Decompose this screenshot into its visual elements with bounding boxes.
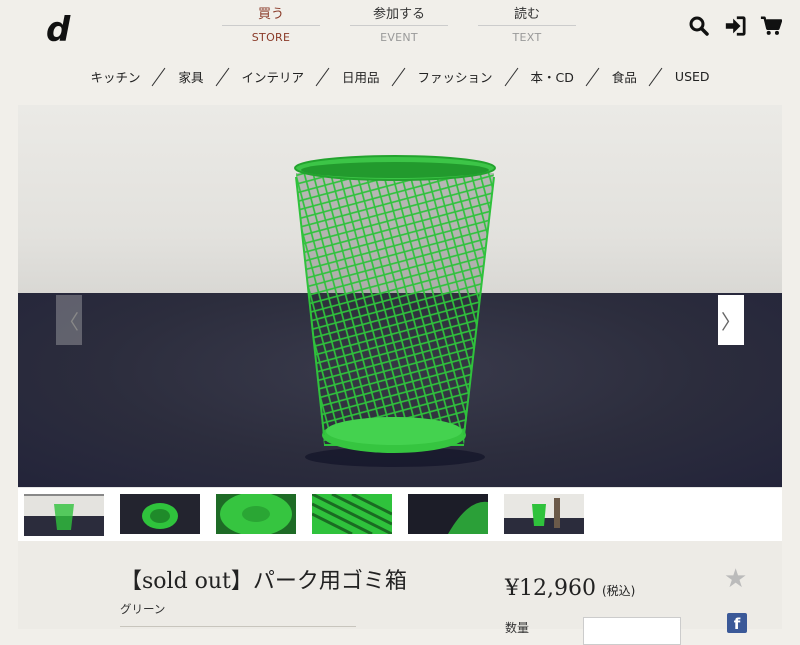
category-kitchen[interactable]: キッチン (78, 67, 152, 86)
category-books-cd[interactable]: 本・CD (519, 67, 586, 86)
nav-text[interactable]: 読む TEXT (478, 5, 576, 47)
category-separator (316, 66, 330, 86)
nav-store[interactable]: 買う STORE (222, 5, 320, 47)
quantity-label: 数量 (505, 621, 530, 635)
category-food[interactable]: 食品 (600, 67, 649, 86)
nav-store-jp: 買う (257, 7, 284, 22)
tax-note: (税込) (601, 584, 636, 598)
product-variant: グリーン (120, 602, 166, 616)
quantity-select[interactable] (583, 617, 681, 645)
category-used[interactable]: USED (663, 69, 722, 84)
facebook-icon[interactable]: f (727, 613, 747, 633)
thumbnail-6[interactable] (504, 494, 584, 534)
category-fashion[interactable]: ファッション (406, 67, 505, 86)
carousel-next-button[interactable]: 〉 (718, 295, 744, 345)
search-icon[interactable] (688, 14, 710, 38)
nav-text-jp: 読む (513, 7, 540, 22)
favorite-star-icon[interactable]: ★ (724, 564, 747, 594)
product-title: 【sold out】パーク用ゴミ箱 (120, 569, 407, 594)
thumbnail-3[interactable] (216, 494, 296, 534)
login-icon[interactable] (724, 14, 746, 38)
category-furniture[interactable]: 家具 (166, 67, 215, 86)
nav-text-en: TEXT (512, 31, 542, 44)
category-separator (392, 66, 406, 86)
green-trash-bin-illustration (294, 155, 496, 467)
category-interior[interactable]: インテリア (230, 67, 317, 86)
divider (120, 626, 356, 627)
thumbnail-2[interactable] (120, 494, 200, 534)
header-icons (688, 14, 782, 38)
thumbnail-4[interactable] (312, 494, 392, 534)
nav-event[interactable]: 参加する EVENT (350, 5, 448, 47)
product-main-image[interactable]: 〈 〉 (18, 105, 782, 487)
price-value: ¥12,960 (505, 576, 596, 601)
nav-divider (350, 25, 448, 26)
category-nav: キッチン 家具 インテリア 日用品 ファッション 本・CD 食品 USED (0, 66, 800, 86)
site-logo[interactable]: d (46, 10, 70, 50)
nav-divider (222, 25, 320, 26)
nav-event-en: EVENT (380, 31, 418, 44)
category-separator (649, 66, 663, 86)
nav-store-en: STORE (251, 31, 291, 44)
thumbnail-1[interactable] (24, 494, 104, 536)
nav-event-jp: 参加する (372, 7, 425, 22)
category-separator (216, 66, 230, 86)
category-daily-goods[interactable]: 日用品 (330, 67, 392, 86)
product-price: ¥12,960 (税込) (505, 576, 635, 601)
carousel-prev-button[interactable]: 〈 (56, 295, 82, 345)
nav-divider (478, 25, 576, 26)
cart-icon[interactable] (760, 14, 782, 38)
category-separator (152, 66, 166, 86)
category-separator (586, 66, 600, 86)
thumbnail-strip (18, 487, 782, 542)
category-separator (505, 66, 519, 86)
thumbnail-5[interactable] (408, 494, 488, 534)
